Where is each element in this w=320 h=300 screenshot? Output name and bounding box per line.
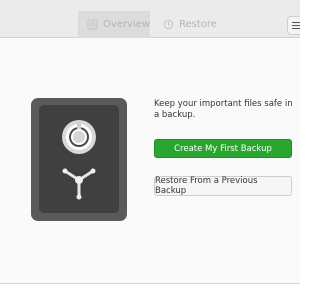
hamburger-menu-button[interactable] [287, 16, 300, 35]
header-bar: Overview Restore [0, 0, 300, 38]
create-first-backup-button[interactable]: Create My First Backup [154, 139, 292, 158]
history-icon [163, 19, 174, 30]
restore-previous-backup-button[interactable]: Restore From a Previous Backup [154, 176, 292, 196]
safe-icon [87, 19, 98, 30]
intro-text: Keep your important files safe in a back… [154, 99, 293, 120]
safe-illustration [31, 98, 127, 221]
tab-restore-label: Restore [179, 19, 217, 30]
tab-overview-label: Overview [103, 19, 151, 30]
deja-dup-window: Overview Restore Keep your important fil… [0, 0, 300, 284]
tab-restore[interactable]: Restore [159, 11, 219, 38]
tab-overview[interactable]: Overview [78, 11, 150, 38]
